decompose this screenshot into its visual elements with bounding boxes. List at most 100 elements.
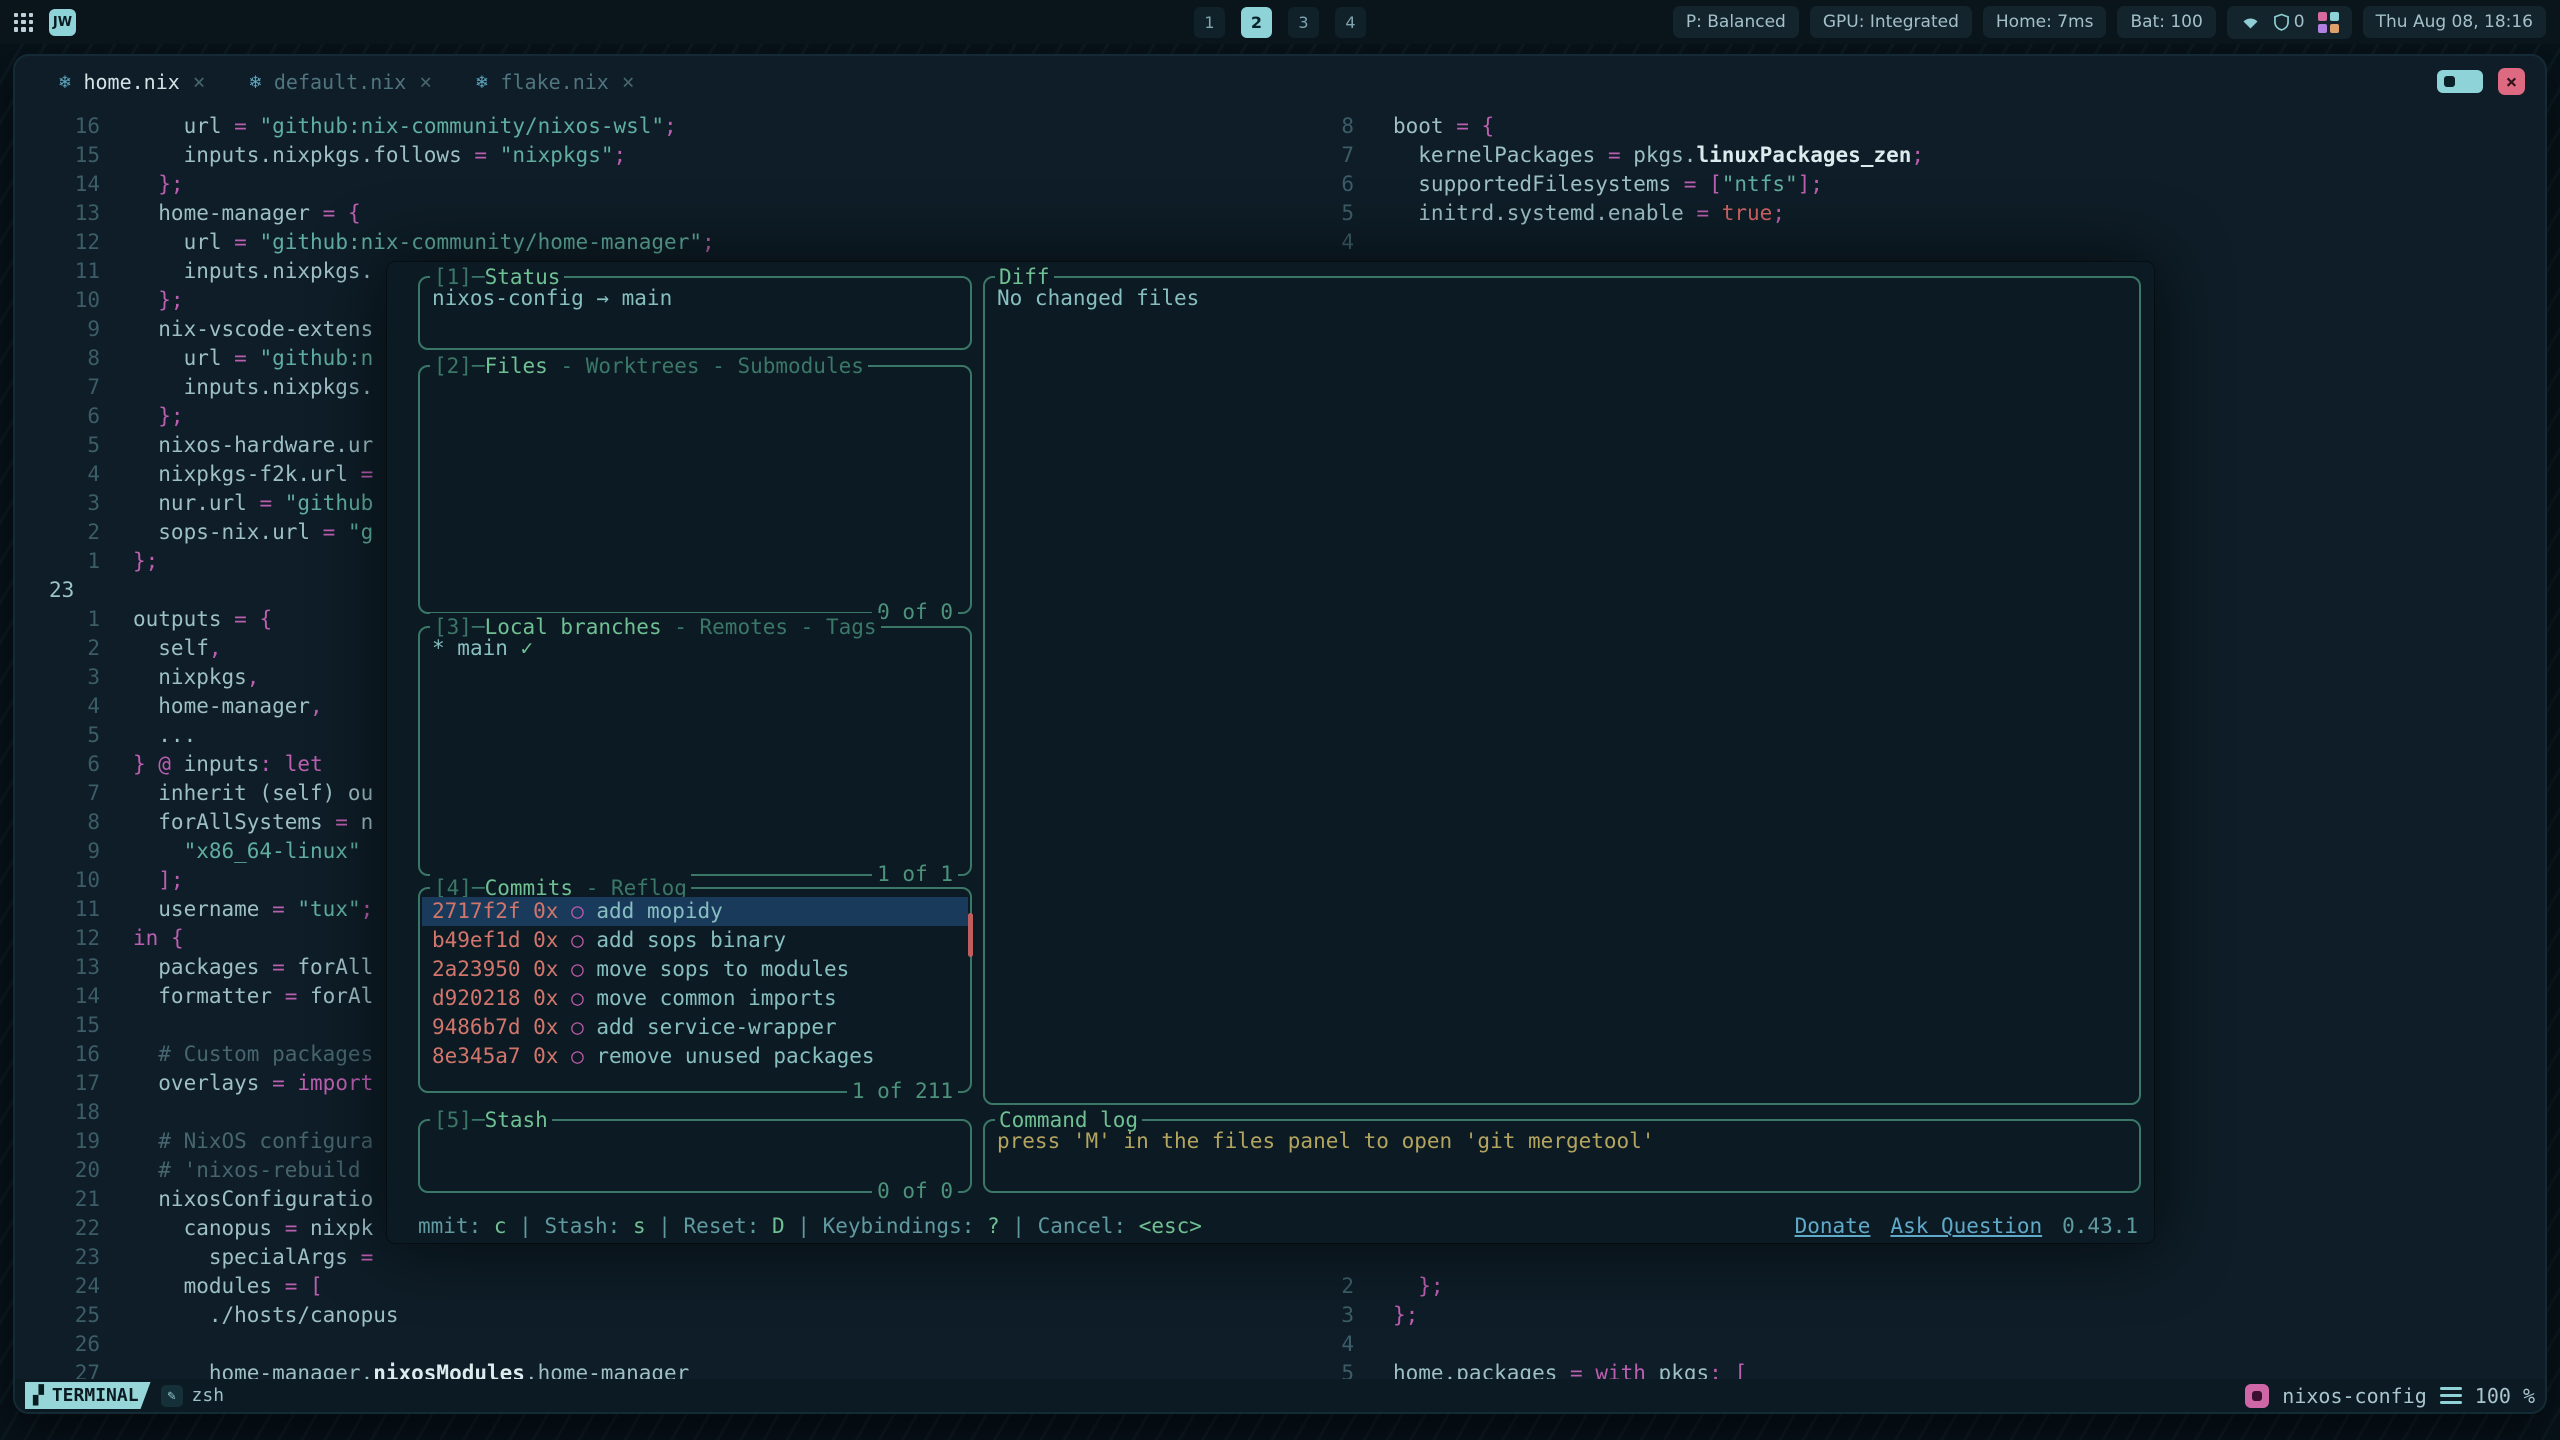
- lazygit-command-log-panel[interactable]: Command log press 'M' in the files panel…: [983, 1119, 2141, 1193]
- workspace-button-2[interactable]: 2: [1241, 7, 1272, 38]
- terminal-mode-badge: ▞ TERMINAL: [25, 1382, 151, 1409]
- line-number: 23: [15, 576, 100, 605]
- code-line: 25 ./hosts/canopus: [15, 1301, 1295, 1330]
- workspace-switcher: 1234: [1194, 7, 1366, 38]
- code-line: 12 url = "github:nix-community/home-mana…: [15, 228, 1295, 257]
- line-number: 23: [15, 1243, 100, 1272]
- tab-close-icon[interactable]: ×: [419, 70, 432, 94]
- line-text: specialArgs =: [133, 1243, 373, 1272]
- donate-link[interactable]: Donate: [1795, 1212, 1871, 1241]
- branches-content: * main ✓: [432, 634, 958, 868]
- line-number: 26: [15, 1330, 100, 1359]
- line-number: 2: [15, 634, 100, 663]
- commit-row[interactable]: 2a23950 0x ○ move sops to modules: [422, 955, 968, 984]
- tab-close-icon[interactable]: ×: [622, 70, 635, 94]
- lazygit-stash-panel[interactable]: [5]─Stash 0 of 0: [418, 1119, 972, 1193]
- code-line: 23 specialArgs =: [15, 1243, 1295, 1272]
- apps-grid-icon[interactable]: [14, 13, 33, 32]
- line-number: 11: [15, 257, 100, 286]
- code-line: 7 kernelPackages = pkgs.linuxPackages_ze…: [1305, 141, 2545, 170]
- line-text: self,: [133, 634, 222, 663]
- commits-scrollbar[interactable]: [968, 913, 973, 957]
- line-number: 8: [1305, 112, 1354, 141]
- line-number: 14: [15, 170, 100, 199]
- window-close-button[interactable]: ×: [2498, 68, 2525, 95]
- workspace-button-1[interactable]: 1: [1194, 7, 1225, 38]
- system-icons-segment: 0: [2227, 6, 2352, 39]
- status-segment: Home: 7ms: [1983, 6, 2107, 38]
- line-text: sops-nix.url = "g: [133, 518, 373, 547]
- lazygit-files-panel[interactable]: [2]─Files - Worktrees - Submodules 0 of …: [418, 365, 972, 614]
- line-number: 5: [15, 721, 100, 750]
- top-status-bar: JW 1234 P: BalancedGPU: IntegratedHome: …: [0, 0, 2560, 44]
- tab-home.nix[interactable]: ❄home.nix×: [59, 70, 205, 94]
- lazygit-diff-panel[interactable]: Diff No changed files: [983, 276, 2141, 1105]
- tab-flake.nix[interactable]: ❄flake.nix×: [476, 70, 634, 94]
- palette-icon: [2318, 12, 2339, 33]
- commit-bullet: ○: [558, 928, 583, 952]
- line-number: 21: [15, 1185, 100, 1214]
- line-number: 15: [15, 141, 100, 170]
- commit-row[interactable]: b49ef1d 0x ○ add sops binary: [422, 926, 968, 955]
- commit-row[interactable]: 9486b7d 0x ○ add service-wrapper: [422, 1013, 968, 1042]
- code-line: 16 url = "github:nix-community/nixos-wsl…: [15, 112, 1295, 141]
- tab-label: home.nix: [83, 70, 179, 94]
- code-line: 4: [1305, 1330, 2545, 1359]
- line-number: 2: [1305, 1272, 1354, 1301]
- line-text: url = "github:nix-community/nixos-wsl";: [133, 112, 677, 141]
- keybar-hints: mmit: c | Stash: s | Reset: D | Keybindi…: [418, 1212, 1202, 1241]
- line-text: inputs.nixpkgs.follows = "nixpkgs";: [133, 141, 626, 170]
- shield-icon: [2274, 13, 2289, 31]
- workspace-button-4[interactable]: 4: [1335, 7, 1366, 38]
- commit-author: 0x: [521, 899, 559, 923]
- commit-row[interactable]: 2717f2f 0x ○ add mopidy: [422, 897, 968, 926]
- line-text: ...: [133, 721, 196, 750]
- window-pin-toggle[interactable]: [2437, 70, 2483, 93]
- lazygit-commits-panel[interactable]: [4]─Commits - Reflog 2717f2f 0x ○ add mo…: [418, 887, 972, 1093]
- code-line: 4: [1305, 228, 2545, 257]
- line-number: 4: [1305, 1330, 1354, 1359]
- lazygit-status-panel[interactable]: [1]─Status nixos-config → main: [418, 276, 972, 350]
- menu-list-icon[interactable]: [2440, 1387, 2462, 1404]
- line-number: 3: [1305, 1301, 1354, 1330]
- line-number: 6: [1305, 170, 1354, 199]
- line-text: forAllSystems = n: [133, 808, 373, 837]
- line-number: 14: [15, 982, 100, 1011]
- line-number: 10: [15, 286, 100, 315]
- line-text: overlays = import: [133, 1069, 373, 1098]
- logo-badge[interactable]: JW: [49, 9, 76, 36]
- branches-count: 1 of 1: [872, 860, 958, 889]
- workspace-button-3[interactable]: 3: [1288, 7, 1319, 38]
- commit-msg: move common imports: [584, 986, 837, 1010]
- status-segment: GPU: Integrated: [1810, 6, 1972, 38]
- line-text: url = "github:n: [133, 344, 373, 373]
- shell-label: zsh: [192, 1385, 225, 1406]
- pencil-icon: ✎: [161, 1385, 183, 1407]
- shell-tab[interactable]: ✎ zsh: [161, 1385, 225, 1407]
- line-text: initrd.systemd.enable = true;: [1393, 199, 1785, 228]
- commit-hash: 9486b7d: [432, 1015, 521, 1039]
- line-number: 16: [15, 1040, 100, 1069]
- line-text: };: [133, 170, 184, 199]
- tab-default.nix[interactable]: ❄default.nix×: [249, 70, 432, 94]
- line-number: 8: [15, 344, 100, 373]
- branch-row[interactable]: * main ✓: [432, 636, 533, 660]
- commit-hash: 8e345a7: [432, 1044, 521, 1068]
- commit-bullet: ○: [558, 1015, 583, 1039]
- tab-label: flake.nix: [500, 70, 608, 94]
- commit-author: 0x: [521, 1015, 559, 1039]
- ask-question-link[interactable]: Ask Question: [1890, 1212, 2042, 1241]
- line-number: 12: [15, 228, 100, 257]
- commit-author: 0x: [521, 1044, 559, 1068]
- line-text: supportedFilesystems = ["ntfs"];: [1393, 170, 1823, 199]
- line-number: 7: [15, 779, 100, 808]
- commit-author: 0x: [521, 986, 559, 1010]
- commit-row[interactable]: 8e345a7 0x ○ remove unused packages: [422, 1042, 968, 1071]
- lazygit-branches-panel[interactable]: [3]─Local branches - Remotes - Tags * ma…: [418, 626, 972, 876]
- line-number: 12: [15, 924, 100, 953]
- commit-row[interactable]: d920218 0x ○ move common imports: [422, 984, 968, 1013]
- lazygit-overlay: [1]─Status nixos-config → main [2]─Files…: [387, 262, 2154, 1243]
- tab-close-icon[interactable]: ×: [193, 70, 206, 94]
- line-number: 9: [15, 315, 100, 344]
- commits-count: 1 of 211: [847, 1077, 958, 1106]
